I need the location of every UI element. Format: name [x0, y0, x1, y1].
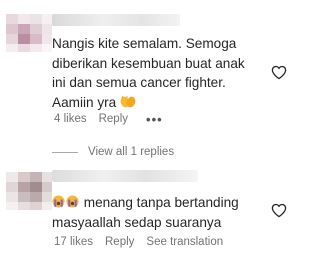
like-heart-icon[interactable]	[271, 65, 287, 80]
see-translation-button[interactable]: See translation	[146, 236, 223, 248]
comment-meta: 17 likes Reply See translation	[54, 234, 235, 250]
reply-button[interactable]: Reply	[99, 113, 128, 125]
comment-item: menang tanpa bertanding masyaallah sedap…	[0, 166, 300, 265]
clapping-hands-icon	[120, 94, 136, 107]
avatar[interactable]	[6, 14, 52, 52]
likes-count[interactable]: 17 likes	[54, 236, 93, 248]
comment-meta: 4 likes Reply •••	[54, 111, 175, 127]
crying-face-icon	[52, 194, 65, 208]
comment-body: menang tanpa bertanding masyaallah sedap…	[52, 195, 239, 230]
username-redacted[interactable]	[52, 14, 180, 26]
avatar[interactable]	[6, 172, 52, 210]
username-redacted[interactable]	[52, 170, 198, 182]
crying-face-icon	[66, 194, 79, 208]
view-replies-label: View all 1 replies	[88, 146, 175, 158]
more-options-icon[interactable]: •••	[146, 112, 163, 127]
comment-text: menang tanpa bertanding masyaallah sedap…	[52, 193, 262, 232]
reply-button[interactable]: Reply	[105, 236, 134, 248]
divider	[52, 151, 78, 153]
comment-text: Nangis kite semalam. Semoga diberikan ke…	[52, 34, 262, 112]
likes-count[interactable]: 4 likes	[54, 113, 87, 125]
comment-item: Nangis kite semalam. Semoga diberikan ke…	[0, 0, 300, 138]
comment-body: Nangis kite semalam. Semoga diberikan ke…	[52, 36, 245, 110]
view-replies-button[interactable]: View all 1 replies	[52, 146, 174, 158]
like-heart-icon[interactable]	[271, 203, 287, 218]
